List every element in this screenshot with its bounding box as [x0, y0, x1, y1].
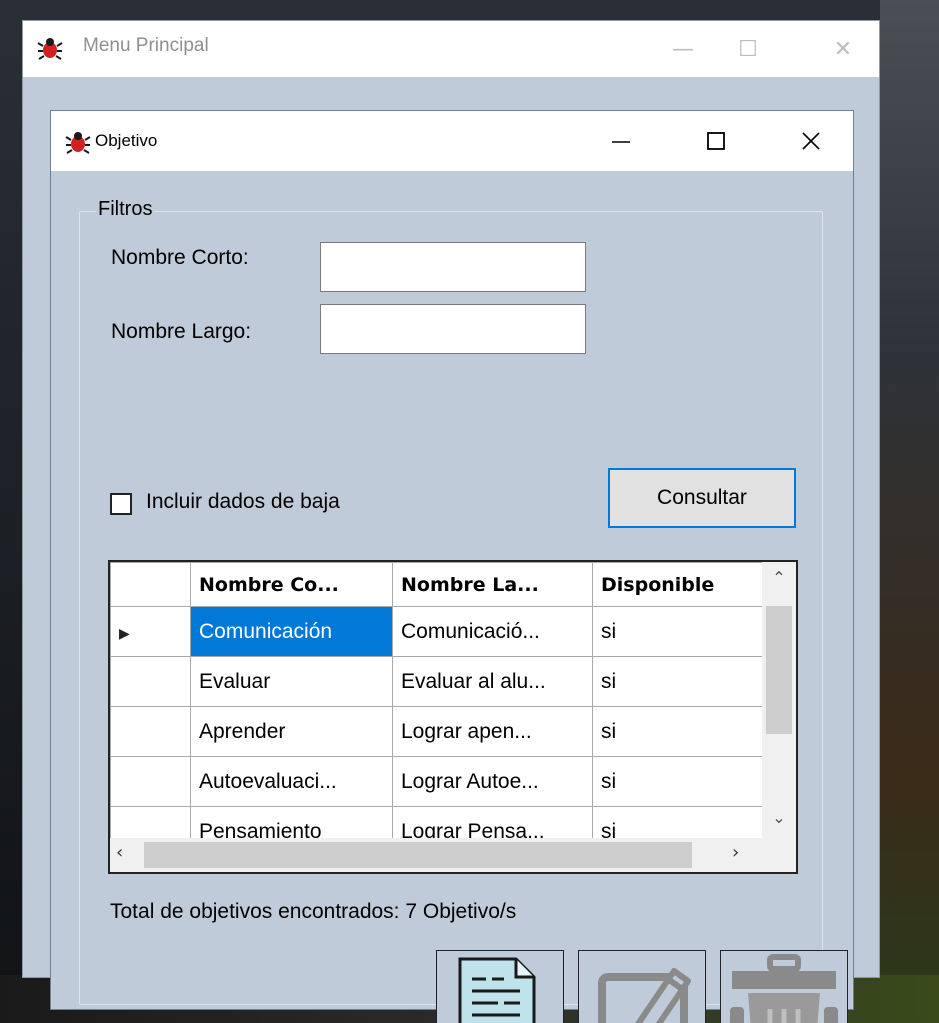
row-header[interactable]	[110, 756, 191, 807]
row-header-corner	[110, 562, 191, 607]
vertical-scroll-thumb[interactable]	[766, 606, 792, 734]
table-row[interactable]: Aprender Lograr apen... si	[110, 706, 765, 757]
edit-icon	[598, 968, 691, 1023]
objectives-table: Nombre Co... Nombre La... Disponible ▶ C…	[110, 562, 765, 857]
table-cell[interactable]: si	[592, 656, 765, 707]
scroll-up-icon[interactable]: ⌃	[762, 568, 796, 587]
long-name-input[interactable]	[320, 304, 586, 354]
column-header-long-name[interactable]: Nombre La...	[392, 562, 593, 607]
short-name-input[interactable]	[320, 242, 586, 292]
bug-icon	[37, 38, 63, 60]
maximize-icon	[707, 132, 725, 150]
desktop-background-right	[880, 0, 939, 1023]
table-row[interactable]: Evaluar Evaluar al alu... si	[110, 656, 765, 707]
scrollbar-corner	[762, 838, 796, 872]
table-cell[interactable]: Lograr Autoe...	[392, 756, 593, 807]
table-cell[interactable]: Autoevaluaci...	[190, 756, 393, 807]
row-header[interactable]: ▶	[110, 606, 191, 657]
objetivo-window-title: Objetivo	[95, 131, 158, 150]
horizontal-scrollbar[interactable]: ‹ ›	[110, 838, 762, 872]
table-row[interactable]: ▶ Comunicación Comunicació... si	[110, 606, 765, 657]
objetivo-window-titlebar[interactable]: Objetivo	[51, 111, 853, 171]
table-cell[interactable]: Aprender	[190, 706, 393, 757]
row-header[interactable]	[110, 706, 191, 757]
main-window-titlebar[interactable]: Menu Principal — ☐ ✕	[23, 21, 879, 77]
short-name-label: Nombre Corto:	[111, 246, 249, 269]
bug-icon	[65, 132, 91, 154]
trash-icon	[730, 954, 838, 1023]
main-close-button[interactable]: ✕	[813, 21, 873, 77]
minimize-icon	[612, 141, 630, 143]
table-cell[interactable]: Lograr apen...	[392, 706, 593, 757]
column-header-short-name[interactable]: Nombre Co...	[190, 562, 393, 607]
new-document-icon	[458, 957, 536, 1023]
consultar-button[interactable]: Consultar	[608, 468, 796, 528]
column-header-available[interactable]: Disponible	[592, 562, 765, 607]
include-inactive-checkbox[interactable]	[110, 493, 132, 515]
objetivo-close-button[interactable]	[781, 111, 841, 171]
current-row-indicator-icon: ▶	[119, 624, 130, 641]
include-inactive-label[interactable]: Incluir dados de baja	[146, 490, 340, 514]
main-maximize-button[interactable]: ☐	[718, 21, 778, 77]
table-header-row: Nombre Co... Nombre La... Disponible	[110, 562, 765, 607]
close-icon	[802, 132, 820, 150]
table-cell[interactable]: Evaluar al alu...	[392, 656, 593, 707]
objectives-grid[interactable]: Nombre Co... Nombre La... Disponible ▶ C…	[108, 560, 798, 874]
table-row[interactable]: Autoevaluaci... Lograr Autoe... si	[110, 756, 765, 807]
table-cell[interactable]: Evaluar	[190, 656, 393, 707]
filters-group-label: Filtros	[96, 198, 155, 221]
objetivo-maximize-button[interactable]	[686, 111, 746, 171]
new-objective-button[interactable]	[436, 950, 564, 1023]
filters-groupbox: Filtros Nombre Corto: Nombre Largo: Incl…	[79, 198, 848, 1023]
delete-objective-button[interactable]	[720, 950, 848, 1023]
long-name-label: Nombre Largo:	[111, 320, 252, 343]
scroll-down-icon[interactable]: ⌄	[762, 808, 796, 827]
row-header[interactable]	[110, 656, 191, 707]
main-window-title: Menu Principal	[83, 35, 209, 56]
scroll-right-icon[interactable]: ›	[732, 842, 739, 863]
vertical-scrollbar[interactable]: ⌃ ⌄	[762, 562, 796, 838]
table-cell[interactable]: Comunicació...	[392, 606, 593, 657]
objetivo-window: Objetivo Filtros Nombre Corto: Nombre La…	[50, 110, 854, 1023]
horizontal-scroll-thumb[interactable]	[144, 842, 692, 868]
table-cell[interactable]: si	[592, 706, 765, 757]
scroll-left-icon[interactable]: ‹	[116, 842, 123, 863]
table-cell[interactable]: Comunicación	[190, 606, 393, 657]
edit-objective-button[interactable]	[578, 950, 706, 1023]
table-cell[interactable]: si	[592, 756, 765, 807]
total-objectives-label: Total de objetivos encontrados: 7 Objeti…	[110, 900, 517, 923]
objetivo-minimize-button[interactable]	[591, 111, 651, 171]
main-minimize-button[interactable]: —	[653, 21, 713, 77]
table-cell[interactable]: si	[592, 606, 765, 657]
